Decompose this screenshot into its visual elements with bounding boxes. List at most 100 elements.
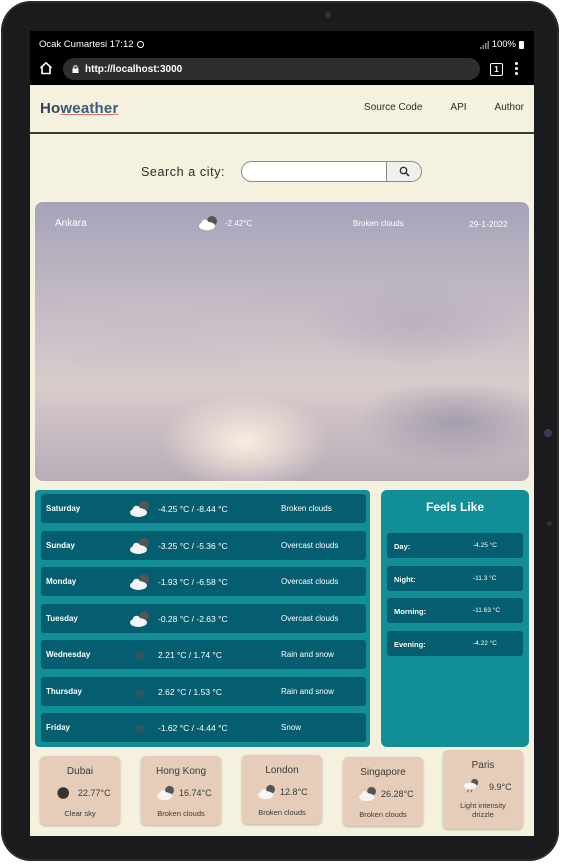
feels-like-value: -11.63 °C: [473, 607, 501, 614]
navbar: Howeather Source Code API Author: [30, 85, 534, 134]
side-sensor: [547, 521, 552, 526]
forecast-row: Saturday -4.25 °C / -8.44 °C Broken clouds: [41, 494, 366, 523]
nav-link-source-code[interactable]: Source Code: [364, 102, 422, 113]
forecast-day: Wednesday: [46, 650, 91, 659]
feels-like-value: -4.25 °C: [473, 542, 497, 549]
cloud-night-icon: [155, 785, 177, 801]
status-bar: Ocak Cumartesi 17:12 100%: [30, 31, 534, 55]
city-description: Broken clouds: [157, 809, 205, 818]
home-icon[interactable]: [39, 61, 53, 75]
forecast-temps: -1.62 °C / -4.44 °C: [158, 723, 228, 733]
forecast-temps: -1.93 °C / -6.58 °C: [158, 577, 228, 587]
feels-like-title: Feels Like: [425, 500, 485, 514]
current-date: 29-1-2022: [469, 219, 508, 229]
city-name: London: [265, 765, 299, 776]
feels-like-panel: Feels Like Day: -4.25 °C Night: -11.3 °C Mor…: [381, 490, 529, 747]
city-description: Broken clouds: [258, 808, 306, 817]
city-description: Light intensity drizzle: [460, 801, 506, 819]
feels-like-label: Day:: [394, 542, 411, 551]
url-field[interactable]: http://localhost:3000: [63, 58, 480, 80]
forecast-day: Saturday: [46, 504, 81, 513]
side-camera-icon: [544, 429, 552, 437]
drizzle-icon: [461, 778, 483, 794]
brand-suffix: weather: [60, 100, 119, 117]
web-page: Howeather Source Code API Author Search …: [30, 85, 534, 836]
current-weather-header: Ankara -2.42°C Broken clouds 29-1-2022: [35, 202, 529, 246]
city-name: Paris: [471, 760, 495, 771]
forecast-day: Sunday: [46, 540, 75, 550]
lock-icon: [72, 65, 79, 73]
feels-like-label: Night:: [394, 575, 416, 584]
cloud-night-icon: [129, 537, 151, 555]
city-temp: 9.9°C: [489, 782, 512, 792]
tablet-frame: Ocak Cumartesi 17:12 100% http://localho…: [1, 1, 559, 861]
forecast-description: Snow: [281, 723, 302, 732]
feels-like-label: Morning:: [394, 607, 427, 616]
city-name: Hong Kong: [155, 766, 207, 777]
forecast-row: Sunday -3.25 °C / -5.36 °C Overcast clouds: [41, 530, 366, 560]
nav-link-author[interactable]: Author: [495, 102, 524, 113]
more-menu-icon[interactable]: [515, 62, 519, 77]
notification-icon: [136, 41, 144, 48]
forecast-description: Overcast clouds: [281, 577, 339, 586]
current-temp: -2.42°C: [225, 218, 253, 228]
city-temp: 26.28°C: [381, 789, 414, 799]
cloud-night-icon: [129, 610, 151, 628]
forecast-row: Wednesday 2.21 °C / 1.74 °C Rain and snow: [41, 640, 366, 669]
forecast-row: Monday -1.93 °C / -6.58 °C Overcast clouds: [41, 567, 366, 596]
forecast-row: Tuesday -0.28 °C / -2.63 °C Overcast cloud…: [41, 603, 366, 633]
city-card-london[interactable]: London 12.8°C Broken clouds: [242, 755, 322, 824]
current-description: Broken clouds: [353, 219, 404, 228]
forecast-description: Rain and snow: [281, 686, 334, 696]
status-time: Ocak Cumartesi 17:12: [39, 39, 134, 50]
forecast-temps: -3.25 °C / -5.36 °C: [158, 540, 228, 551]
feels-like-value: -11.3 °C: [473, 575, 497, 582]
city-temp: 12.8°C: [280, 787, 308, 797]
current-city: Ankara: [55, 218, 87, 229]
camera-icon: [325, 12, 331, 18]
battery-level: 100%: [491, 39, 516, 50]
city-description: Clear sky: [64, 809, 96, 818]
url-text: http://localhost:3000: [85, 63, 183, 75]
forecast-description: Overcast clouds: [281, 613, 339, 623]
search-label: Search a city:: [141, 165, 226, 179]
brand-logo[interactable]: Howeather: [40, 100, 119, 117]
screen: Ocak Cumartesi 17:12 100% http://localho…: [30, 31, 534, 836]
city-card-singapore[interactable]: Singapore 26.28°C Broken clouds: [343, 757, 423, 826]
snow-icon: [129, 719, 151, 737]
cloud-night-icon: [129, 500, 151, 518]
forecast-temps: -4.25 °C / -8.44 °C: [158, 504, 228, 514]
city-name: Singapore: [360, 767, 406, 778]
snow-icon: [129, 646, 151, 664]
cloud-night-icon: [357, 786, 379, 802]
forecast-description: Overcast clouds: [281, 540, 339, 550]
snow-icon: [129, 683, 151, 701]
forecast-row: Thursday 2.62 °C / 1.53 °C Rain and snow: [41, 676, 366, 706]
search-row: Search a city:: [30, 160, 534, 184]
feels-like-row: Evening: -4.22 °C: [387, 631, 523, 656]
signal-icon: [479, 40, 489, 49]
cloud-night-icon: [129, 573, 151, 591]
forecast-day: Monday: [46, 577, 77, 586]
feels-like-row: Night: -11.3 °C: [387, 566, 523, 591]
city-card-hong-kong[interactable]: Hong Kong 16.74°C Broken clouds: [141, 756, 221, 825]
city-temp: 16.74°C: [179, 788, 212, 798]
search-button[interactable]: [386, 161, 422, 182]
search-input[interactable]: [241, 161, 386, 182]
forecast-temps: -0.28 °C / -2.63 °C: [158, 613, 228, 624]
forecast-description: Rain and snow: [281, 650, 334, 659]
cloud-night-icon: [199, 216, 217, 231]
city-card-paris[interactable]: Paris 9.9°C Light intensity drizzle: [443, 750, 523, 829]
search-icon: [399, 166, 410, 177]
forecast-temps: 2.62 °C / 1.53 °C: [158, 686, 222, 697]
feels-like-row: Day: -4.25 °C: [387, 533, 523, 558]
forecast-day: Friday: [46, 723, 71, 732]
city-temp: 22.77°C: [78, 788, 111, 798]
brand-prefix: Ho: [40, 100, 61, 117]
cloud-night-icon: [256, 784, 278, 800]
nav-link-api[interactable]: API: [450, 102, 466, 113]
battery-icon: [519, 40, 524, 49]
city-card-dubai[interactable]: Dubai 22.77°C Clear sky: [40, 756, 120, 825]
tab-count-button[interactable]: 1: [490, 63, 503, 76]
forecast-day: Tuesday: [46, 613, 78, 623]
